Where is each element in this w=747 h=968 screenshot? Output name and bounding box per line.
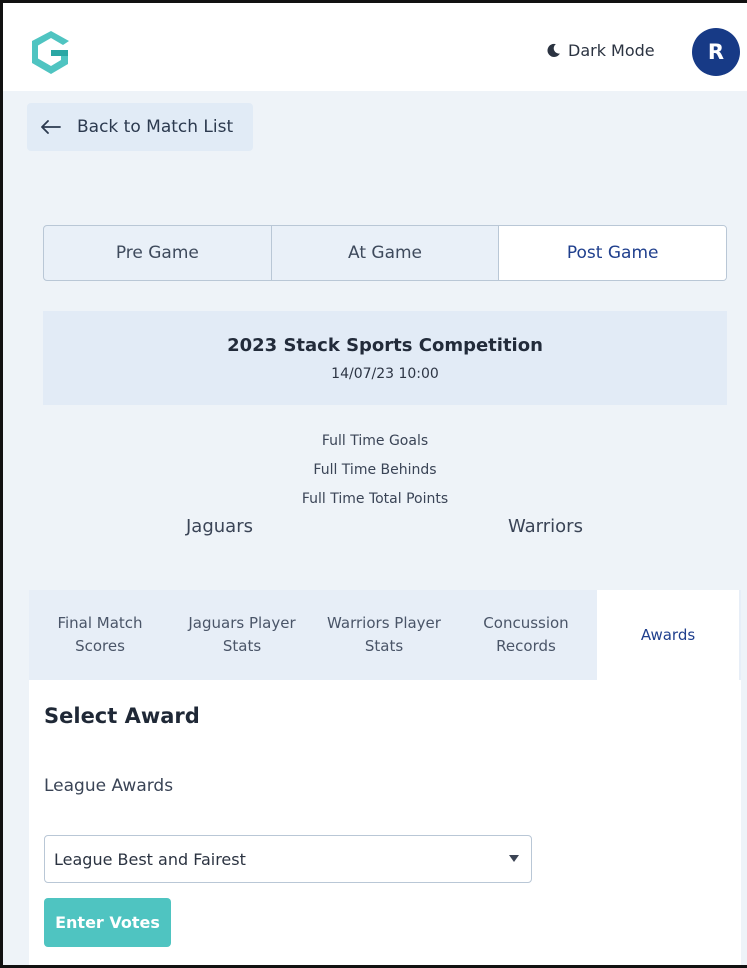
away-team-name: Warriors [508, 516, 583, 537]
chevron-down-icon [509, 855, 519, 862]
app-logo-icon[interactable] [29, 29, 73, 75]
tab-pre-game[interactable]: Pre Game [44, 226, 271, 280]
tab-post-game[interactable]: Post Game [498, 226, 726, 280]
back-button-label: Back to Match List [77, 117, 234, 137]
arrow-left-icon [41, 120, 61, 134]
label-full-time-behinds: Full Time Behinds [313, 462, 437, 478]
match-detail-tabs: Final Match Scores Jaguars Player Stats … [29, 590, 741, 680]
league-awards-label: League Awards [44, 776, 174, 796]
user-avatar[interactable]: R [692, 28, 740, 76]
award-select-dropdown[interactable]: League Best and Fairest [44, 835, 532, 883]
tab-jaguars-player-stats[interactable]: Jaguars Player Stats [171, 590, 313, 680]
top-header: Dark Mode R [3, 3, 747, 91]
dark-mode-label: Dark Mode [568, 41, 655, 60]
app-frame: Dark Mode R Back to Match List Pre Game … [0, 0, 747, 968]
label-full-time-goals: Full Time Goals [321, 433, 429, 449]
tab-warriors-player-stats[interactable]: Warriors Player Stats [313, 590, 455, 680]
tab-concussion-records[interactable]: Concussion Records [455, 590, 597, 680]
home-team-name: Jaguars [186, 516, 253, 537]
dark-mode-toggle[interactable]: Dark Mode [546, 41, 655, 60]
competition-name: 2023 Stack Sports Competition [227, 335, 543, 356]
match-datetime: 14/07/23 10:00 [331, 366, 439, 382]
moon-icon [547, 43, 560, 58]
enter-votes-button[interactable]: Enter Votes [44, 898, 171, 947]
award-select-value: League Best and Fairest [54, 849, 246, 869]
tab-final-match-scores[interactable]: Final Match Scores [29, 590, 171, 680]
back-to-match-list-button[interactable]: Back to Match List [27, 103, 253, 151]
awards-panel: Select Award League Awards League Best a… [29, 680, 741, 965]
score-labels: Full Time Goals Full Time Behinds Full T… [3, 427, 747, 514]
match-phase-tabs: Pre Game At Game Post Game [43, 225, 727, 281]
match-info-card: 2023 Stack Sports Competition 14/07/23 1… [43, 311, 727, 405]
tab-awards[interactable]: Awards [597, 590, 739, 680]
label-full-time-total-points: Full Time Total Points [301, 491, 449, 507]
select-award-heading: Select Award [44, 704, 200, 728]
tab-at-game[interactable]: At Game [270, 226, 499, 280]
